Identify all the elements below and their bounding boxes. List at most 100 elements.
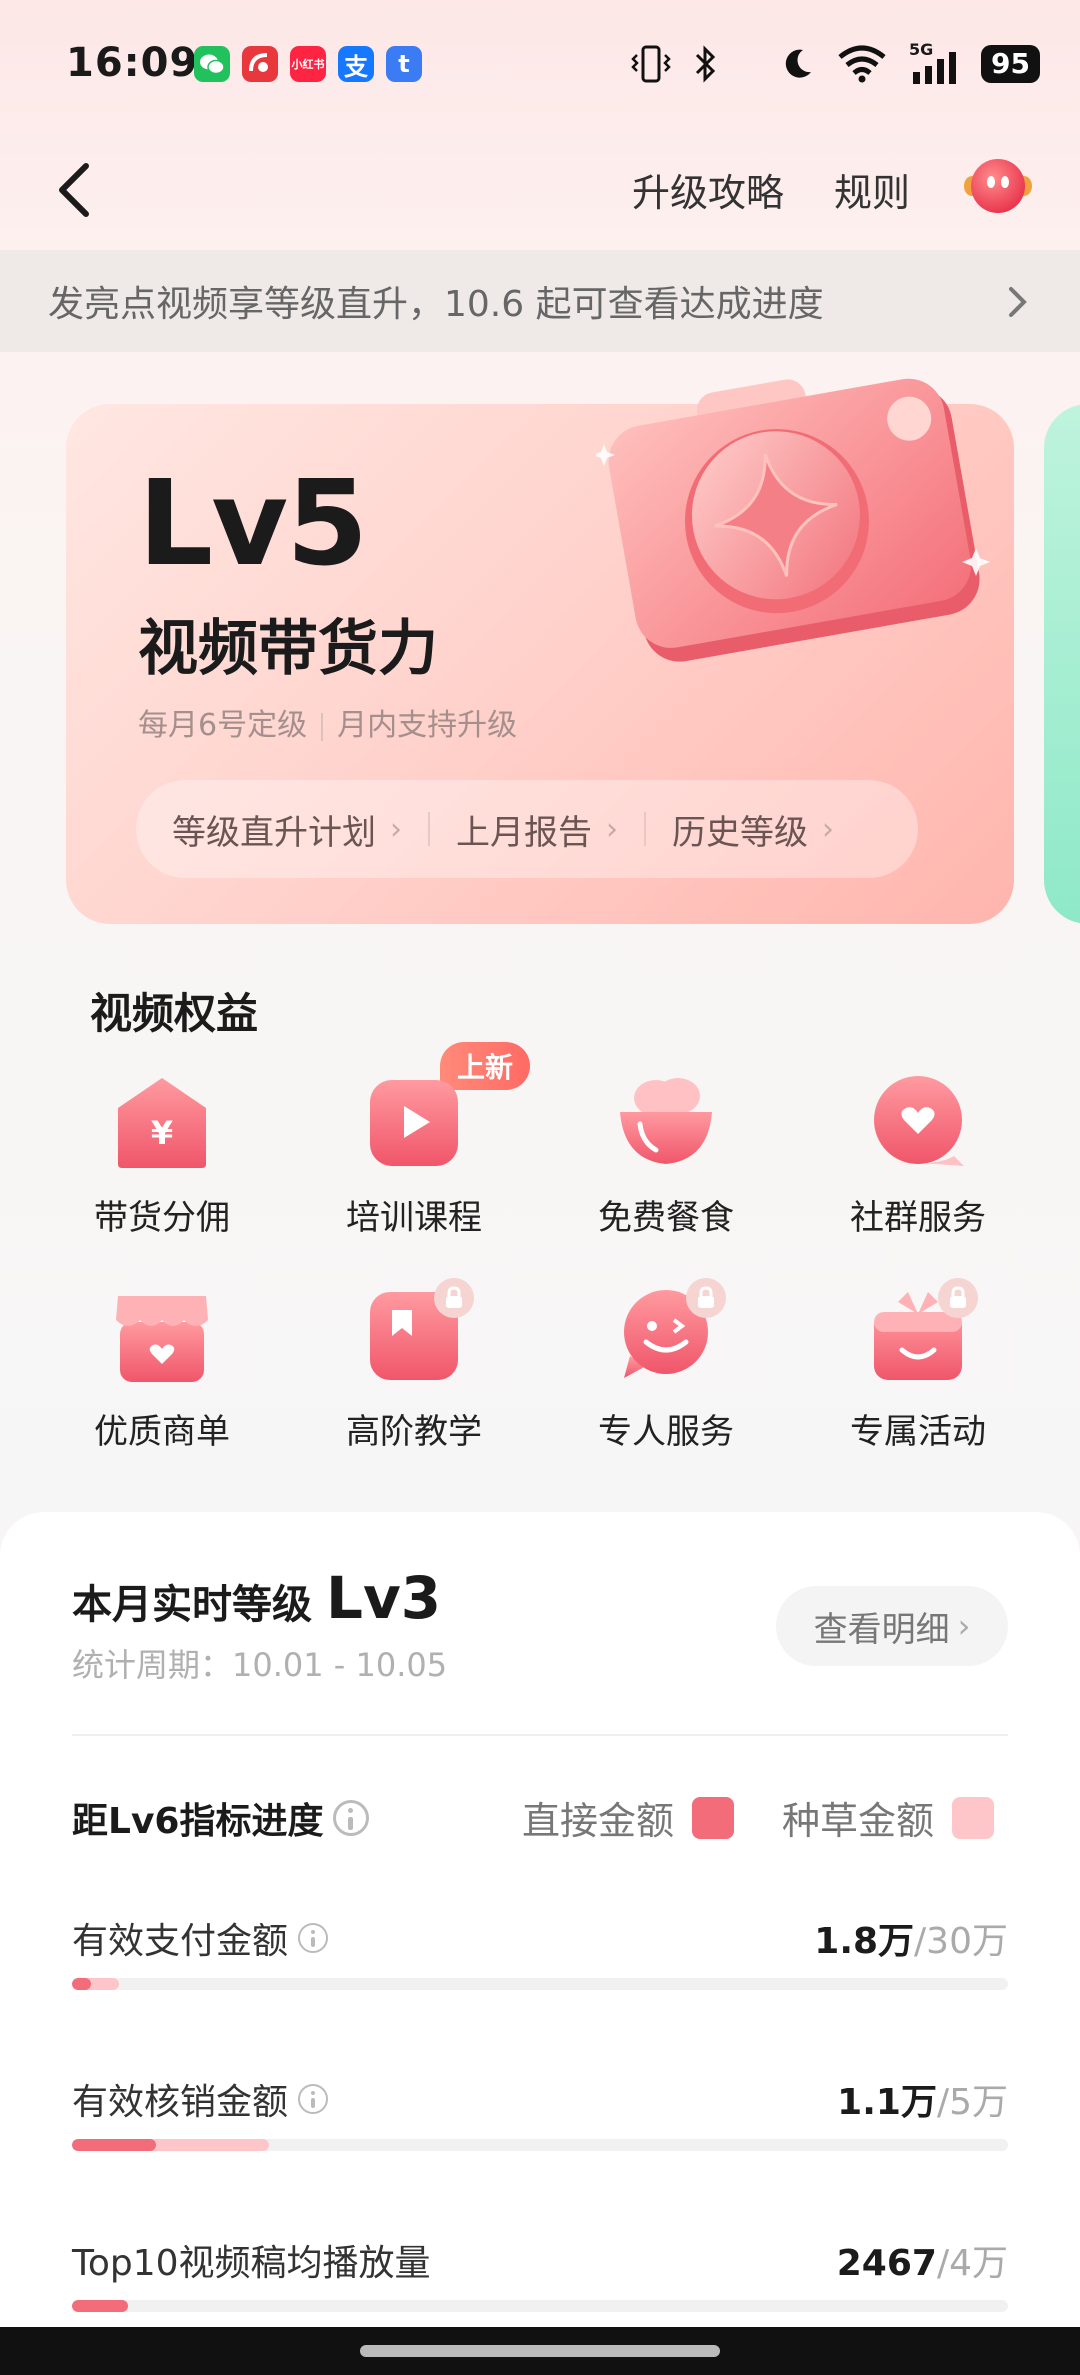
divider xyxy=(428,812,430,846)
home-indicator[interactable] xyxy=(360,2345,720,2357)
alipay-app-icon: 支 xyxy=(338,46,374,82)
benefit-commission[interactable]: ¥ 带货分佣 xyxy=(62,1072,262,1262)
view-details-label: 查看明细 xyxy=(813,1609,950,1650)
bluetooth-icon xyxy=(695,45,716,83)
chevron-right-icon xyxy=(1009,287,1027,317)
history-level-label: 历史等级 xyxy=(672,812,808,853)
benefits-section-title: 视频权益 xyxy=(90,989,259,1038)
chevron-right-icon: › xyxy=(606,811,618,847)
lock-icon xyxy=(686,1278,726,1318)
progress-track xyxy=(72,2300,1008,2312)
back-arrow-icon[interactable] xyxy=(50,158,110,222)
benefit-meal[interactable]: 免费餐食 xyxy=(566,1072,766,1262)
benefit-personal-service[interactable]: 专人服务 xyxy=(566,1278,766,1476)
metric-name: 有效支付金额 xyxy=(72,1912,329,1964)
app-blue-icon: t xyxy=(386,46,422,82)
wechat-app-icon xyxy=(194,46,230,82)
metric-current: 1.8万 xyxy=(814,1921,915,1962)
realtime-level-panel: 本月实时等级 Lv3 统计周期：10.01 - 10.05 查看明细 › 距Lv6… xyxy=(0,1512,1080,2332)
legend-direct: 直接金额 xyxy=(522,1790,735,1845)
store-heart-icon xyxy=(116,1296,208,1382)
wifi-icon xyxy=(838,45,886,83)
direct-upgrade-plan-link[interactable]: 等级直升计划 › xyxy=(172,805,402,854)
history-level-link[interactable]: 历史等级 › xyxy=(672,805,834,854)
legend-seeding-label: 种草金额 xyxy=(782,1799,935,1843)
legend-direct-label: 直接金额 xyxy=(522,1799,675,1843)
direct-amount-fill xyxy=(72,2139,157,2151)
system-navigation-bar xyxy=(0,2327,1080,2375)
last-month-report-link[interactable]: 上月报告 › xyxy=(456,805,618,854)
info-icon[interactable] xyxy=(298,2084,329,2114)
stat-period: 统计周期：10.01 - 10.05 xyxy=(72,1646,448,1684)
metric-target: /30万 xyxy=(914,1921,1008,1962)
nav-bar: 升级攻略 规则 xyxy=(0,140,1080,240)
benefit-label: 优质商单 xyxy=(94,1412,230,1452)
benefit-advanced-teaching[interactable]: 高阶教学 xyxy=(314,1278,514,1476)
benefit-label: 社群服务 xyxy=(850,1198,986,1238)
play-course-icon xyxy=(370,1080,458,1166)
metric-name-text: 有效支付金额 xyxy=(72,1921,289,1962)
benefit-label: 免费餐食 xyxy=(598,1198,734,1238)
moon-icon xyxy=(785,49,812,78)
level-label: Lv5 xyxy=(138,454,368,592)
battery-indicator: 95 xyxy=(981,45,1040,83)
svg-text:¥: ¥ xyxy=(151,1114,173,1152)
benefit-label: 带货分佣 xyxy=(94,1198,230,1238)
benefit-quality-orders[interactable]: 优质商单 xyxy=(62,1286,262,1476)
app-red-icon xyxy=(242,46,278,82)
rules-link[interactable]: 规则 xyxy=(834,162,910,217)
metric-target: /5万 xyxy=(936,2082,1008,2123)
benefit-label: 专人服务 xyxy=(598,1412,734,1452)
metric-value: 2467/4万 xyxy=(837,2234,1008,2286)
mascot-avatar-icon[interactable] xyxy=(962,152,1032,222)
metric-target: /4万 xyxy=(936,2243,1008,2284)
xiaohongshu-app-icon: 小红书 xyxy=(290,46,326,82)
status-indicators: 5G 95 xyxy=(631,40,1040,86)
status-bar: 16:09 小红书 支 t 5G 95 xyxy=(0,0,1080,130)
level-title: 视频带货力 xyxy=(138,614,438,684)
info-icon[interactable] xyxy=(298,1923,329,1953)
direct-amount-fill xyxy=(72,1978,91,1990)
metric-name-text: 有效核销金额 xyxy=(72,2082,289,2123)
realtime-level-title: 本月实时等级 Lv3 xyxy=(72,1564,441,1632)
benefit-training[interactable]: 培训课程 xyxy=(314,1072,514,1262)
benefit-exclusive-events[interactable]: 专属活动 xyxy=(818,1278,1018,1476)
status-time: 16:09 xyxy=(66,40,199,86)
lock-icon xyxy=(938,1278,978,1318)
view-details-button[interactable]: 查看明细 › xyxy=(776,1586,1008,1666)
next-level-card-peek[interactable] xyxy=(1044,404,1080,924)
progress-track xyxy=(72,2139,1008,2151)
commission-house-icon: ¥ xyxy=(118,1078,206,1168)
realtime-level-value: Lv3 xyxy=(326,1564,442,1632)
legend-seeding: 种草金额 xyxy=(782,1790,995,1845)
metric-value: 1.1万/5万 xyxy=(837,2073,1008,2125)
level-links: 等级直升计划 › 上月报告 › 历史等级 › xyxy=(136,780,918,878)
camera-illustration-icon xyxy=(596,378,990,662)
notice-banner[interactable]: 发亮点视频享等级直升，10.6 起可查看达成进度 xyxy=(0,250,1080,352)
benefit-community[interactable]: 社群服务 xyxy=(818,1072,1018,1262)
progress-title: 距Lv6指标进度 xyxy=(72,1792,370,1844)
chevron-right-icon: › xyxy=(822,811,834,847)
upgrade-support: 月内支持升级 xyxy=(337,708,518,743)
metric-effective-redemption: 有效核销金额 1.1万/5万 xyxy=(72,2073,1008,2193)
chat-heart-icon xyxy=(874,1076,964,1166)
chevron-right-icon: › xyxy=(390,811,402,847)
direct-upgrade-plan-label: 等级直升计划 xyxy=(172,812,376,853)
metric-value: 1.8万/30万 xyxy=(814,1912,1008,1964)
benefit-label: 培训课程 xyxy=(346,1198,482,1238)
progress-track xyxy=(72,1978,1008,1990)
info-icon[interactable] xyxy=(333,1800,370,1836)
upgrade-guide-link[interactable]: 升级攻略 xyxy=(632,162,784,217)
metric-effective-payment: 有效支付金额 1.8万/30万 xyxy=(72,1912,1008,2032)
vibrate-icon xyxy=(631,45,671,83)
metric-name: Top10视频稿均播放量 xyxy=(72,2234,431,2286)
legend-direct-swatch xyxy=(692,1796,735,1839)
chevron-right-icon: › xyxy=(957,1607,971,1645)
metric-current: 1.1万 xyxy=(837,2082,937,2123)
divider xyxy=(644,812,646,846)
benefit-label: 专属活动 xyxy=(850,1412,986,1452)
direct-amount-fill xyxy=(72,2300,129,2312)
rating-schedule: 每月6号定级 xyxy=(138,708,308,743)
metric-name: 有效核销金额 xyxy=(72,2073,329,2125)
progress-title-text: 距Lv6指标进度 xyxy=(72,1801,324,1842)
